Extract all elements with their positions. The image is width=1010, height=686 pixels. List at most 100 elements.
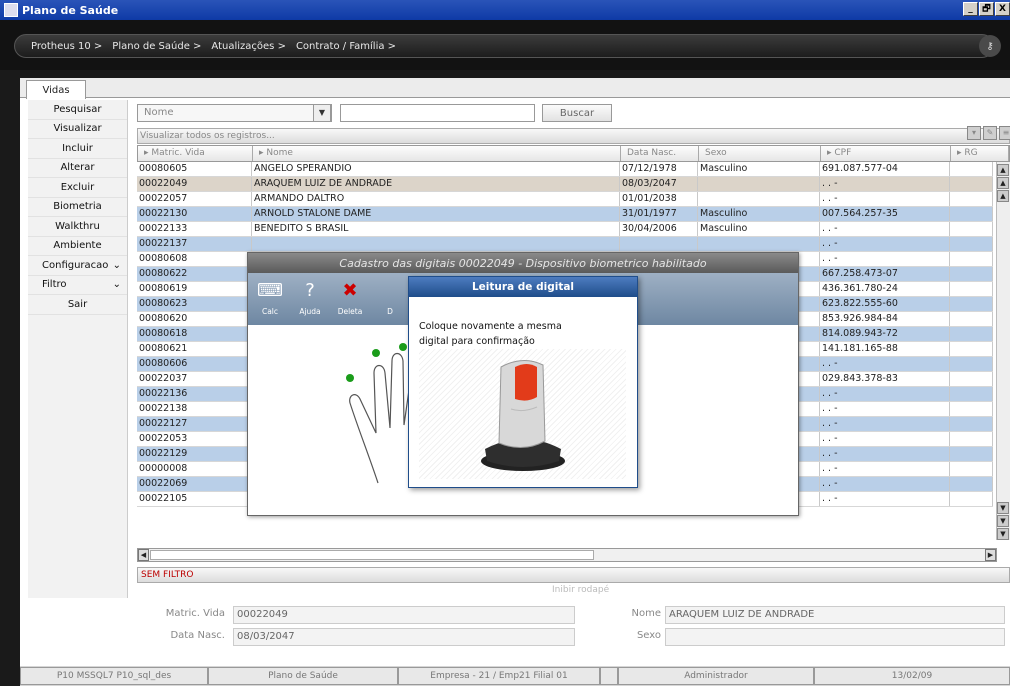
dropdown-arrow-icon[interactable]: ▼	[313, 104, 331, 122]
table-row[interactable]: 00022057 ARMANDO DALTRO 01/01/2038 . . -	[137, 192, 993, 207]
tab-vidas[interactable]: Vidas	[26, 80, 86, 99]
restore-button[interactable]: 🗗	[979, 2, 994, 16]
table-cell: 00080619	[137, 282, 252, 296]
filter-status: SEM FILTRO	[137, 567, 1010, 583]
view-all-label[interactable]: Visualizar todos os registros...	[140, 131, 275, 141]
breadcrumb-protheus[interactable]: Protheus 10 >	[31, 41, 102, 52]
table-cell: BENEDITO S BRASIL	[252, 222, 620, 236]
table-cell	[950, 447, 993, 461]
col-sexo[interactable]: Sexo	[699, 146, 821, 161]
chevron-down-icon: ⌄	[112, 279, 121, 291]
table-cell	[950, 207, 993, 221]
table-cell	[950, 192, 993, 206]
table-cell: . . -	[820, 462, 950, 476]
sidebar-item-alterar[interactable]: Alterar	[28, 159, 127, 178]
sidebar-item-excluir[interactable]: Excluir	[28, 178, 127, 198]
hide-footer-link[interactable]: Inibir rodapé	[552, 585, 609, 595]
sidebar-item-biometria[interactable]: Biometria	[28, 198, 127, 217]
sidebar-item-ambiente[interactable]: Ambiente	[28, 237, 127, 256]
table-row[interactable]: 00022130 ARNOLD STALONE DAME 31/01/1977 Mas…	[137, 207, 993, 222]
col-cpf-label: CPF	[834, 148, 852, 158]
table-cell: 07/12/1978	[620, 162, 698, 176]
table-row[interactable]: 00080605 ANGELO SPERANDIO 07/12/1978 Mascul…	[137, 162, 993, 177]
delete-button[interactable]: ✖ Deleta	[332, 279, 368, 317]
table-cell: 00080608	[137, 252, 252, 266]
minimize-button[interactable]: _	[963, 2, 978, 16]
breadcrumb-plano[interactable]: Plano de Saúde >	[112, 41, 201, 52]
breadcrumb-atualizacoes[interactable]: Atualizações >	[211, 41, 286, 52]
sidebar-item-visualizar[interactable]: Visualizar	[28, 120, 127, 139]
table-cell: . . -	[820, 402, 950, 416]
col-rg[interactable]: ▸ RG	[951, 146, 1009, 161]
matric-field[interactable]: 00022049	[233, 606, 575, 624]
scroll-down-icon[interactable]: ▼	[997, 502, 1009, 514]
table-cell: Masculino	[698, 222, 820, 236]
breadcrumb-contrato[interactable]: Contrato / Família >	[296, 41, 396, 52]
nome-field[interactable]: ARAQUEM LUIZ DE ANDRADE	[665, 606, 1005, 624]
table-cell: 00022130	[137, 207, 252, 221]
nasc-field[interactable]: 08/03/2047	[233, 628, 575, 646]
col-matric[interactable]: ▸ Matric. Vida	[138, 146, 253, 161]
table-cell: 007.564.257-35	[820, 207, 950, 221]
d-button[interactable]: D	[372, 279, 408, 316]
search-input[interactable]	[340, 104, 535, 122]
scroll-bottom-icon[interactable]: ▼	[997, 528, 1009, 540]
table-cell: 00080605	[137, 162, 252, 176]
filter-icon[interactable]: ▾	[967, 126, 981, 140]
table-cell: 00022049	[137, 177, 252, 191]
col-matric-label: Matric. Vida	[151, 148, 205, 158]
grid-header: ▸ Matric. Vida ▸ Nome Data Nasc. Sexo ▸ …	[137, 145, 1010, 162]
finger-dot[interactable]	[372, 349, 380, 357]
sidebar-item-pesquisar[interactable]: Pesquisar	[28, 100, 127, 120]
scroll-up-icon[interactable]: ▲	[997, 177, 1009, 189]
nome-label: Nome	[631, 608, 662, 619]
table-cell	[950, 327, 993, 341]
sidebar-item-filtro[interactable]: Filtro ⌄	[28, 276, 127, 295]
grid-vscroll[interactable]: ▲ ▲ ▲ ▼ ▼ ▼	[996, 162, 1010, 540]
status-db: P10 MSSQL7 P10_sql_des	[20, 667, 208, 685]
calc-button[interactable]: ⌨ Calc	[252, 279, 288, 317]
table-cell	[620, 237, 698, 251]
delete-icon: ✖	[342, 279, 358, 301]
scroll-right-icon[interactable]: ▶	[985, 549, 996, 561]
finger-dot[interactable]	[399, 343, 407, 351]
table-row[interactable]: 00022049 ARAQUEM LUIZ DE ANDRADE 08/03/204…	[137, 177, 993, 192]
edit-icon[interactable]: ✎	[983, 126, 997, 140]
help-button[interactable]: ? Ajuda	[292, 279, 328, 317]
sexo-field[interactable]	[665, 628, 1005, 646]
grid-hscroll[interactable]: ◀ ▶	[137, 548, 997, 562]
close-button[interactable]: X	[995, 2, 1010, 16]
sidebar-item-configuracao[interactable]: Configuracao ⌄	[28, 256, 127, 276]
col-nome[interactable]: ▸ Nome	[253, 146, 621, 161]
col-nasc[interactable]: Data Nasc.	[621, 146, 699, 161]
key-icon[interactable]: ⚷	[979, 35, 1001, 57]
table-cell	[950, 297, 993, 311]
search-field-select[interactable]: Nome ▼	[137, 104, 332, 122]
scroll-down-icon[interactable]: ▼	[997, 515, 1009, 527]
table-cell: 08/03/2047	[620, 177, 698, 191]
table-cell: . . -	[820, 192, 950, 206]
scroll-left-icon[interactable]: ◀	[138, 549, 149, 561]
sidebar-item-incluir[interactable]: Incluir	[28, 139, 127, 159]
col-cpf[interactable]: ▸ CPF	[821, 146, 951, 161]
finger-dot[interactable]	[346, 374, 354, 382]
table-cell	[950, 477, 993, 491]
scroll-top-icon[interactable]: ▲	[997, 164, 1009, 176]
table-cell: 853.926.984-84	[820, 312, 950, 326]
table-cell	[252, 237, 620, 251]
table-cell: 00022057	[137, 192, 252, 206]
scroll-up-icon[interactable]: ▲	[997, 190, 1009, 202]
sidebar-item-sair[interactable]: Sair	[28, 295, 127, 315]
menubar: Protheus 10 > Plano de Saúde > Atualizaç…	[0, 20, 1010, 70]
table-row[interactable]: 00022137 . . -	[137, 237, 993, 252]
table-row[interactable]: 00022133 BENEDITO S BRASIL 30/04/2006 Mascu…	[137, 222, 993, 237]
hscroll-thumb[interactable]	[150, 550, 594, 560]
config-icon[interactable]: ≡	[999, 126, 1010, 140]
table-cell: 00022053	[137, 432, 252, 446]
calculator-icon: ⌨	[257, 279, 283, 301]
table-cell: 00022129	[137, 447, 252, 461]
sidebar-item-walkthru[interactable]: Walkthru	[28, 217, 127, 237]
search-button[interactable]: Buscar	[542, 104, 612, 122]
table-cell: 623.822.555-60	[820, 297, 950, 311]
table-cell	[950, 387, 993, 401]
